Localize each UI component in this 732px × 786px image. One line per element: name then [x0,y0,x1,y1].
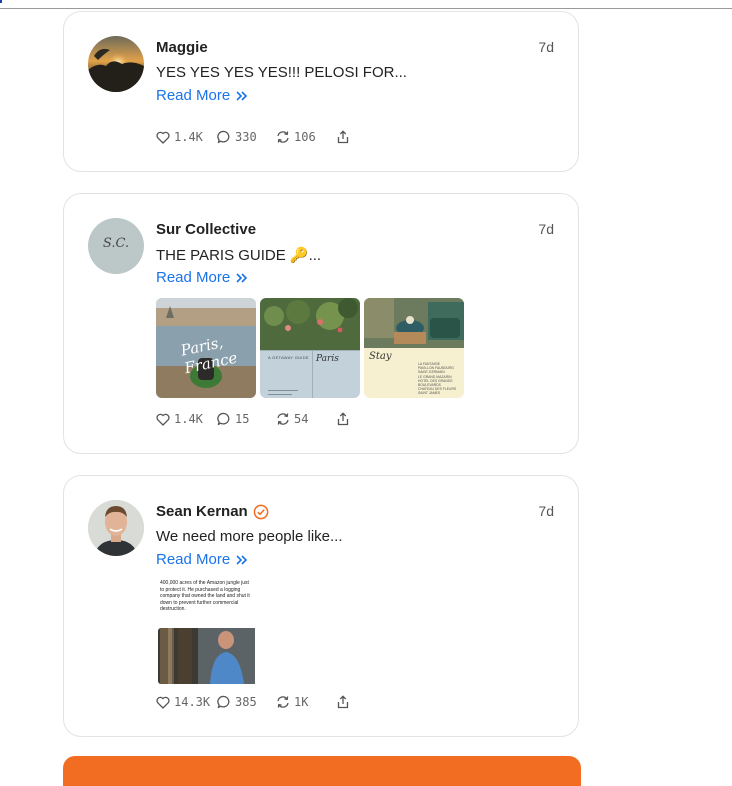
author-name[interactable]: Maggie [156,39,208,56]
image-caption: Paris [316,354,339,364]
comment-icon [217,130,230,144]
image-caption-small: A GETAWAY GUIDE [268,355,309,360]
comment-button[interactable]: 330 [217,130,257,144]
post-text: We need more people like... [156,528,343,545]
divider [260,350,360,351]
avatar[interactable]: S.C. [88,218,144,274]
like-button[interactable]: 1.4K [156,130,203,144]
text-line [268,390,298,391]
post-age: 7d [538,503,554,519]
comment-count: 15 [235,412,250,426]
image-caption: Stay [369,351,392,362]
repost-button[interactable]: 1K [276,695,308,709]
author-name[interactable]: Sur Collective [156,221,256,238]
repost-icon [277,131,289,143]
post-card-sur-collective[interactable]: S.C. Sur Collective 7d THE PARIS GUIDE 🔑… [63,193,579,454]
comment-count: 385 [235,695,257,709]
divider [312,350,313,398]
like-count: 14.3K [174,695,211,709]
post-card-maggie[interactable]: Maggie 7d YES YES YES YES!!! PELOSI FOR.… [63,11,579,172]
read-more-link[interactable]: Read More [156,551,248,568]
comment-button[interactable]: 15 [217,412,249,426]
post-card-sean-kernan[interactable]: Sean Kernan 7d We need more people like.… [63,475,579,737]
double-chevron-right-icon [236,90,248,101]
post-age: 7d [538,221,554,237]
share-icon [337,695,349,709]
share-button[interactable] [336,412,350,426]
share-button[interactable] [336,130,350,144]
bottom-action-bar[interactable] [63,756,581,786]
heart-icon [156,131,170,144]
author-name[interactable]: Sean Kernan [156,503,269,520]
double-chevron-right-icon [236,272,248,283]
avatar[interactable] [88,36,144,92]
post-image[interactable]: Paris, France [156,298,256,398]
post-image[interactable]: Stay LA FANTAISIE PAVILLON FAUBOURG SAIN… [364,298,464,398]
share-icon [337,130,349,144]
comment-button[interactable]: 385 [217,695,257,709]
image-text: 400,000 acres of the Amazon jungle just … [160,580,250,613]
repost-icon [277,413,289,425]
post-text: THE PARIS GUIDE 🔑... [156,247,322,264]
repost-count: 54 [294,412,309,426]
avatar-monogram: S.C. [102,236,130,251]
double-chevron-right-icon [236,554,248,565]
edge-mark [0,0,2,3]
avatar[interactable] [88,500,144,556]
comment-icon [217,695,230,709]
like-count: 1.4K [174,130,203,144]
comment-icon [217,412,230,426]
post-image[interactable]: 400,000 acres of the Amazon jungle just … [158,580,255,684]
share-icon [337,412,349,426]
repost-button[interactable]: 54 [276,412,308,426]
repost-count: 106 [294,130,316,144]
comment-count: 330 [235,130,257,144]
share-button[interactable] [336,695,350,709]
text-line [268,394,292,395]
window-top-border [0,0,732,9]
repost-count: 1K [294,695,309,709]
repost-button[interactable]: 106 [276,130,316,144]
like-count: 1.4K [174,412,203,426]
read-more-link[interactable]: Read More [156,269,248,286]
hotel-list: LA FANTAISIE PAVILLON FAUBOURG SAINT-GER… [418,362,457,396]
read-more-link[interactable]: Read More [156,87,248,104]
repost-icon [277,696,289,708]
like-button[interactable]: 14.3K [156,695,210,709]
post-age: 7d [538,39,554,55]
verified-badge-icon [253,504,269,519]
like-button[interactable]: 1.4K [156,412,203,426]
heart-icon [156,696,170,709]
post-text: YES YES YES YES!!! PELOSI FOR... [156,64,407,81]
heart-icon [156,413,170,426]
post-image[interactable]: A GETAWAY GUIDE Paris [260,298,360,398]
